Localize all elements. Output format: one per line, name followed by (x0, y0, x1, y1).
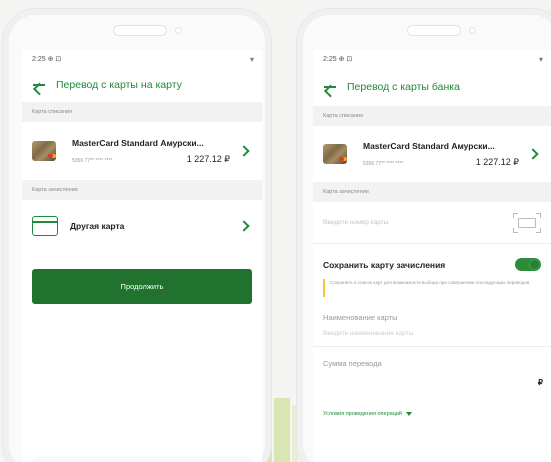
transfer-sum-field[interactable]: Сумма перевода ₽ (313, 347, 551, 403)
currency-symbol: ₽ (537, 378, 543, 387)
debit-section-label: Карта списания (313, 106, 551, 126)
card-name: MasterCard Standard Амурски... (72, 137, 204, 148)
card-name-field[interactable]: Наименование карты Введите наименование … (313, 303, 551, 347)
card-number: 5356 77** **** **** (72, 157, 113, 164)
signal-icon: ▾ (249, 54, 254, 64)
sum-label: Сумма перевода (323, 359, 382, 368)
status-icons: ⊕ ⊡ (47, 56, 62, 63)
status-bar: 2:25 ⊕ ⊡ ▾ (313, 50, 551, 68)
card-name-label: Наименование карты (323, 313, 398, 322)
save-card-label: Сохранить карту зачисления (323, 259, 446, 270)
phone-speaker (407, 25, 461, 36)
save-card-row: Сохранить карту зачисления (313, 244, 551, 271)
phone-speaker (113, 25, 167, 36)
credit-section-label: Карта зачисления (22, 180, 262, 200)
screen-bank-card-transfer: 2:25 ⊕ ⊡ ▾ Перевод с карты банка Карта с… (313, 50, 551, 462)
chevron-right-icon (238, 220, 250, 232)
credit-card-icon (32, 216, 58, 236)
status-time: 2:25 (32, 56, 46, 63)
header: Перевод с карты банка (313, 68, 551, 106)
back-arrow-icon[interactable] (323, 80, 337, 94)
save-card-toggle[interactable] (515, 258, 541, 271)
other-card-row[interactable]: Другая карта (22, 200, 262, 252)
phone-camera (469, 27, 476, 34)
page-title: Перевод с карты банка (347, 81, 460, 93)
card-number-placeholder: Введите номер карты (323, 219, 389, 226)
background-stripe (274, 398, 290, 462)
debit-card-row[interactable]: MasterCard Standard Амурски... 5356 77**… (22, 122, 262, 180)
signal-icon: ▾ (538, 54, 543, 64)
debit-card-row[interactable]: MasterCard Standard Амурски... 5356 77**… (313, 126, 551, 182)
card-number: 5356 77** **** **** (363, 160, 404, 167)
continue-button[interactable]: Продолжить (32, 269, 252, 304)
save-card-hint: Сохранить в список карт для возможности … (323, 279, 541, 297)
status-icons: ⊕ ⊡ (338, 56, 353, 63)
card-name-placeholder: Введите наименование карты (323, 330, 414, 337)
credit-section-label: Карта зачисления (313, 182, 551, 202)
debit-section-label: Карта списания (22, 102, 262, 122)
status-bar: 2:25 ⊕ ⊡ ▾ (22, 50, 262, 68)
screen-card-to-card: 2:25 ⊕ ⊡ ▾ Перевод с карты на карту Карт… (22, 50, 262, 462)
card-name: MasterCard Standard Амурски... (363, 140, 495, 151)
page-title: Перевод с карты на карту (56, 79, 182, 91)
header: Перевод с карты на карту (22, 68, 262, 102)
caret-down-icon (406, 412, 412, 416)
card-balance: 1 227.12 ₽ (475, 156, 519, 167)
status-time: 2:25 (323, 56, 337, 63)
card-balance: 1 227.12 ₽ (186, 153, 230, 164)
bottom-sheet-edge (32, 458, 252, 462)
conditions-label: Условия проведения операций (323, 411, 402, 417)
phone-camera (175, 27, 182, 34)
card-scan-icon[interactable] (513, 212, 541, 233)
card-number-input[interactable]: Введите номер карты (313, 202, 551, 244)
back-arrow-icon[interactable] (32, 78, 46, 92)
card-thumbnail-icon (32, 141, 56, 161)
other-card-label: Другая карта (70, 221, 125, 231)
conditions-link[interactable]: Условия проведения операций (313, 411, 551, 417)
card-thumbnail-icon (323, 144, 347, 164)
